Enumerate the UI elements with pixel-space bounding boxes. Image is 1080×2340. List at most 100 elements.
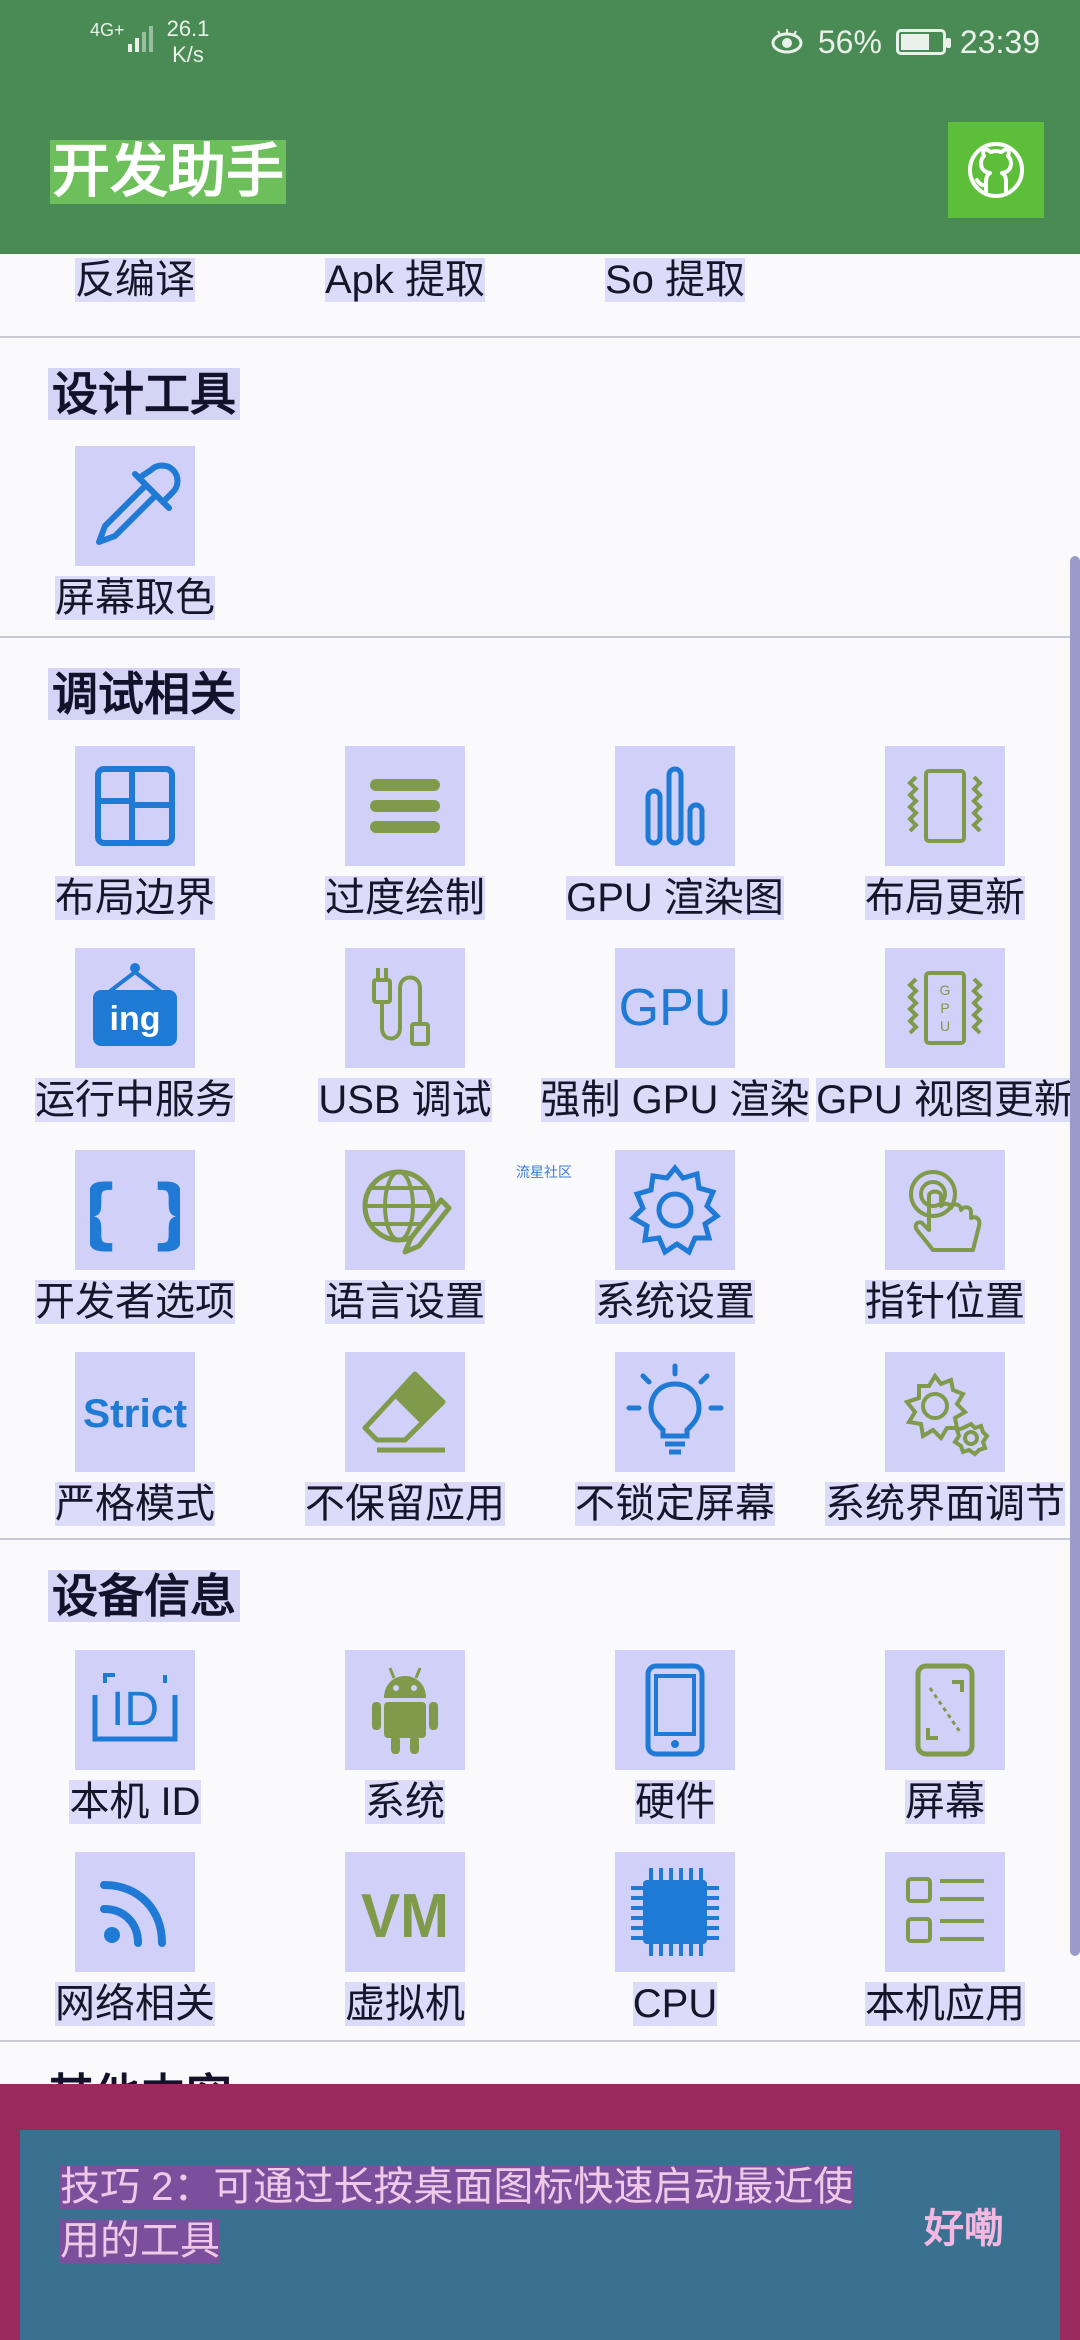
id-card-icon: ID [92, 1673, 178, 1742]
tool-system-ui-tuner[interactable]: 系统界面调节 [810, 1352, 1080, 1548]
menu-lines-icon [370, 779, 440, 833]
section-title-other: 其他内容 [48, 2070, 232, 2084]
tip-snackbar: 技巧 2：可通过长按桌面图标快速启动最近使用的工具 好嘞 [0, 2084, 1080, 2340]
tool-label: 布局边界 [55, 876, 215, 920]
tool-label: 指针位置 [865, 1280, 1025, 1324]
tool-stay-awake[interactable]: 不锁定屏幕 [540, 1352, 810, 1548]
tool-vm[interactable]: VM 虚拟机 [270, 1852, 540, 2048]
svg-text:P: P [940, 1000, 949, 1016]
eye-comfort-icon [771, 29, 803, 54]
section-title-design: 设计工具 [48, 368, 240, 420]
tool-language-settings[interactable]: 语言设置 [270, 1150, 540, 1346]
divider [0, 636, 1080, 638]
tool-label: 硬件 [635, 1780, 715, 1824]
tablet-icon [645, 1663, 705, 1757]
scrollbar[interactable] [1070, 556, 1080, 1956]
tool-label: 开发者选项 [35, 1280, 235, 1324]
tool-installed-apps[interactable]: 本机应用 [810, 1852, 1080, 2048]
tool-label: 虚拟机 [345, 1982, 465, 2026]
svg-text:ID: ID [111, 1683, 159, 1736]
tool-system-settings[interactable]: 系统设置 [540, 1150, 810, 1346]
globe-pencil-icon [362, 1169, 452, 1255]
tool-screen[interactable]: 屏幕 [810, 1650, 1080, 1846]
tool-hardware[interactable]: 硬件 [540, 1650, 810, 1846]
github-icon [968, 142, 1024, 198]
braces-icon: { } [90, 1168, 180, 1255]
tool-layout-updates[interactable]: 布局更新 [810, 746, 1080, 942]
tool-color-picker[interactable]: 屏幕取色 [0, 446, 270, 642]
tool-label: 本机应用 [865, 1982, 1025, 2026]
status-right: 56% 23:39 [770, 22, 1040, 62]
tool-cpu[interactable]: CPU [540, 1852, 810, 2048]
tool-label: 过度绘制 [325, 876, 485, 920]
signal-icon [128, 26, 153, 52]
bar-chart-icon [645, 766, 705, 846]
tip-message: 技巧 2：可通过长按桌面图标快速启动最近使用的工具 [60, 2165, 854, 2263]
network-type: 4G+ [90, 20, 125, 40]
tool-network[interactable]: 网络相关 [0, 1852, 270, 2048]
speed-value: 26.1 [166, 16, 210, 41]
tool-pointer-location[interactable]: 指针位置 [810, 1150, 1080, 1346]
tool-strict-mode[interactable]: Strict 严格模式 [0, 1352, 270, 1548]
tool-force-gpu[interactable]: GPU 强制 GPU 渲染 [540, 948, 810, 1144]
tool-system-info[interactable]: 系统 [270, 1650, 540, 1846]
tool-label: 不保留应用 [305, 1482, 505, 1526]
android-icon [372, 1667, 438, 1754]
tool-label: Apk 提取 [324, 258, 486, 302]
tool-label: 严格模式 [55, 1482, 215, 1526]
gpu-text-icon: GPU [620, 979, 730, 1037]
github-button[interactable] [948, 122, 1044, 218]
lightbulb-icon [626, 1363, 724, 1455]
divider [0, 1538, 1080, 1540]
section-title-device: 设备信息 [48, 1570, 240, 1622]
tip-ok-button[interactable]: 好嘞 [924, 2196, 1004, 2254]
tool-developer-options[interactable]: { } 开发者选项 [0, 1150, 270, 1346]
tool-label: GPU 渲染图 [566, 876, 784, 920]
list-icon [906, 1877, 984, 1943]
battery-percent: 56% [817, 24, 882, 60]
eyedropper-icon [96, 462, 181, 545]
tool-gpu-view-updates[interactable]: G P U GPU 视图更新 [810, 948, 1080, 1144]
tool-gpu-profile[interactable]: GPU 渲染图 [540, 746, 810, 942]
rss-icon [100, 1881, 166, 1947]
tip-card: 技巧 2：可通过长按桌面图标快速启动最近使用的工具 好嘞 [20, 2130, 1060, 2340]
tool-label: 不锁定屏幕 [575, 1482, 775, 1526]
tool-device-id[interactable]: ID 本机 ID [0, 1650, 270, 1846]
svg-text:Strict: Strict [83, 1392, 187, 1436]
tool-so-extract[interactable]: So 提取 [540, 254, 810, 324]
vm-text-icon: VM [361, 1882, 449, 1951]
tool-label: 系统 [365, 1780, 445, 1824]
ing-sign-icon: ing [93, 963, 177, 1046]
layout-bounds-icon [95, 766, 175, 846]
clock: 23:39 [959, 24, 1040, 60]
tool-label: 网络相关 [55, 1982, 215, 2026]
usb-cable-icon [372, 968, 430, 1046]
tool-running-services[interactable]: ing 运行中服务 [0, 948, 270, 1144]
svg-text:U: U [940, 1018, 950, 1034]
tool-usb-debug[interactable]: USB 调试 [270, 948, 540, 1144]
svg-text:VM: VM [361, 1882, 449, 1951]
cpu-chip-icon [631, 1868, 719, 1956]
tool-label: 系统界面调节 [825, 1482, 1065, 1526]
app-title: 开发助手 [50, 139, 287, 204]
svg-text:GPU: GPU [620, 979, 730, 1037]
touch-hand-icon [909, 1170, 982, 1252]
tool-label: 语言设置 [325, 1280, 485, 1324]
status-bar: 4G+ 26.1 K/s 56% 23:39 [0, 0, 1080, 86]
strict-text-icon: Strict [83, 1392, 187, 1436]
tool-label: 屏幕取色 [55, 576, 215, 620]
layout-update-icon [907, 769, 983, 843]
tool-decompile[interactable]: 反编译 [0, 254, 270, 324]
tool-label: 屏幕 [905, 1780, 985, 1824]
tool-dont-keep-activities[interactable]: 不保留应用 [270, 1352, 540, 1548]
tool-layout-bounds[interactable]: 布局边界 [0, 746, 270, 942]
phone-screen-icon [915, 1663, 975, 1757]
divider [0, 2040, 1080, 2042]
svg-text:ing: ing [110, 1000, 161, 1038]
tool-label: 系统设置 [595, 1280, 755, 1324]
tool-overdraw[interactable]: 过度绘制 [270, 746, 540, 942]
tool-label: USB 调试 [318, 1078, 492, 1122]
network-speed: 26.1 K/s [160, 16, 216, 68]
tool-label: 强制 GPU 渲染 [540, 1078, 810, 1122]
tool-apk-extract[interactable]: Apk 提取 [270, 254, 540, 324]
